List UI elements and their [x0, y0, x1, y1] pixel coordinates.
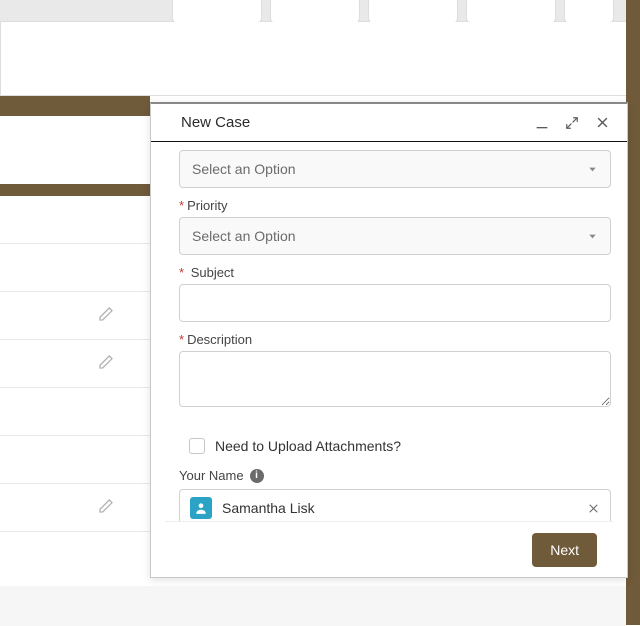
your-name-label: Your Name i — [179, 468, 611, 483]
close-button[interactable] — [591, 112, 613, 134]
info-icon: i — [250, 469, 264, 483]
chevron-down-icon — [587, 164, 598, 175]
description-textarea[interactable] — [179, 351, 611, 407]
user-icon — [190, 497, 212, 519]
modal-body: Select an Option *Priority Select an Opt… — [151, 142, 627, 521]
background-left-pane — [0, 196, 150, 532]
chevron-down-icon — [587, 231, 598, 242]
option-select[interactable]: Select an Option — [179, 150, 611, 188]
clear-name-button[interactable] — [587, 502, 600, 515]
priority-select[interactable]: Select an Option — [179, 217, 611, 255]
new-case-modal: New Case Select an Option *Priority Sele… — [150, 102, 628, 578]
description-label: *Description — [179, 332, 611, 347]
background-tabs — [172, 0, 614, 24]
your-name-value: Samantha Lisk — [222, 500, 577, 516]
background-stripe-left — [0, 96, 150, 116]
pencil-icon — [98, 306, 114, 322]
your-name-field[interactable]: Samantha Lisk — [179, 489, 611, 521]
pencil-icon — [98, 498, 114, 514]
subject-label: * Subject — [179, 265, 611, 280]
attachments-label: Need to Upload Attachments? — [215, 438, 401, 454]
expand-button[interactable] — [561, 112, 583, 134]
modal-footer: Next — [165, 521, 613, 577]
pencil-icon — [98, 354, 114, 370]
background-bottom — [0, 586, 626, 626]
background-stripe-right — [626, 0, 640, 625]
next-button[interactable]: Next — [532, 533, 597, 567]
modal-header: New Case — [151, 104, 627, 142]
modal-title: New Case — [181, 114, 523, 131]
attachments-checkbox[interactable] — [189, 438, 205, 454]
subject-input[interactable] — [179, 284, 611, 322]
background-stripe-left-2 — [0, 184, 150, 196]
priority-select-placeholder: Select an Option — [192, 228, 296, 244]
option-select-placeholder: Select an Option — [192, 161, 296, 177]
priority-label: *Priority — [179, 198, 611, 213]
background-panel — [0, 22, 640, 96]
minimize-button[interactable] — [531, 112, 553, 134]
